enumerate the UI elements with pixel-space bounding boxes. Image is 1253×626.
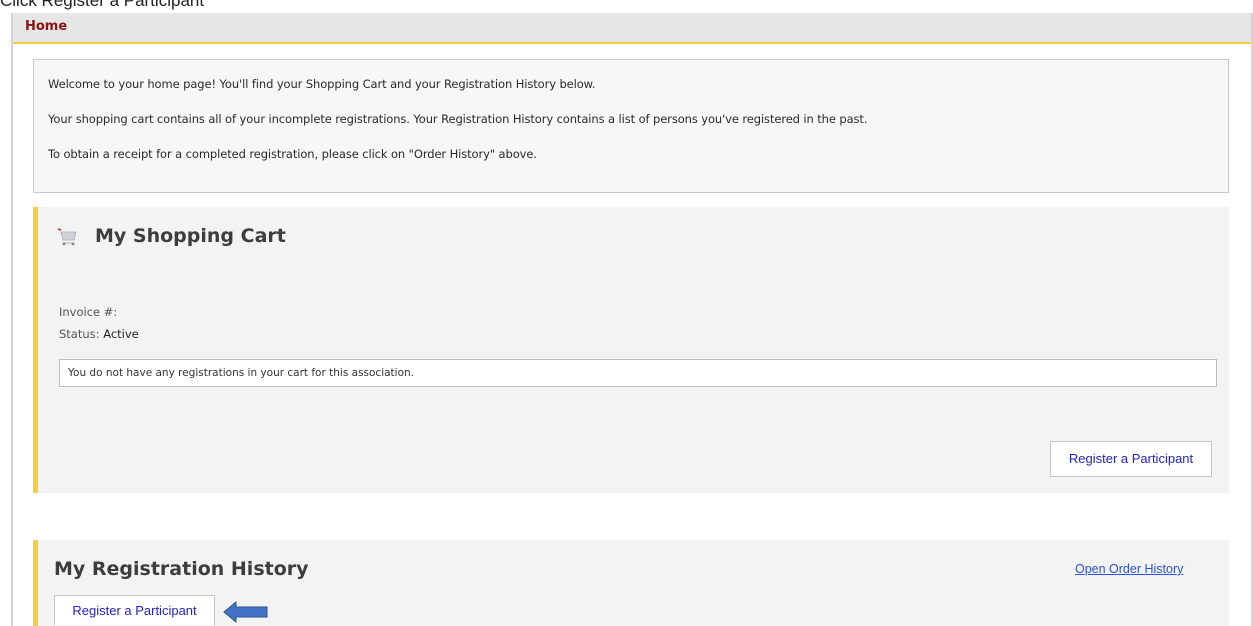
history-title: My Registration History xyxy=(54,558,309,580)
shopping-cart-icon xyxy=(57,228,77,246)
history-register-participant-button[interactable]: Register a Participant xyxy=(54,595,215,625)
empty-cart-message-box: You do not have any registrations in you… xyxy=(59,359,1217,387)
open-order-history-link[interactable]: Open Order History xyxy=(1075,562,1183,576)
status-label: Status: xyxy=(59,327,100,341)
welcome-line-1: Welcome to your home page! You'll find y… xyxy=(48,77,596,91)
invoice-label: Invoice #: xyxy=(59,305,118,319)
status-row: Status: Active xyxy=(59,327,139,341)
cart-register-participant-button[interactable]: Register a Participant xyxy=(1050,441,1212,477)
empty-cart-message: You do not have any registrations in you… xyxy=(68,367,415,379)
page-title: Home xyxy=(25,19,68,34)
page-frame: Home Welcome to your home page! You'll f… xyxy=(11,13,1253,626)
shopping-cart-panel: My Shopping Cart Invoice #: Status: Acti… xyxy=(33,207,1229,493)
status-value: Active xyxy=(103,327,139,341)
left-arrow-icon xyxy=(223,601,268,623)
registration-history-panel: My Registration History Open Order Histo… xyxy=(33,540,1229,626)
instruction-caption: Click Register a Participant xyxy=(0,0,205,10)
welcome-line-2: Your shopping cart contains all of your … xyxy=(48,112,868,126)
invoice-row: Invoice #: xyxy=(59,305,117,319)
welcome-box: Welcome to your home page! You'll find y… xyxy=(33,59,1229,193)
home-header-bar: Home xyxy=(13,13,1251,44)
welcome-line-3: To obtain a receipt for a completed regi… xyxy=(48,147,537,161)
cart-title: My Shopping Cart xyxy=(95,225,286,247)
